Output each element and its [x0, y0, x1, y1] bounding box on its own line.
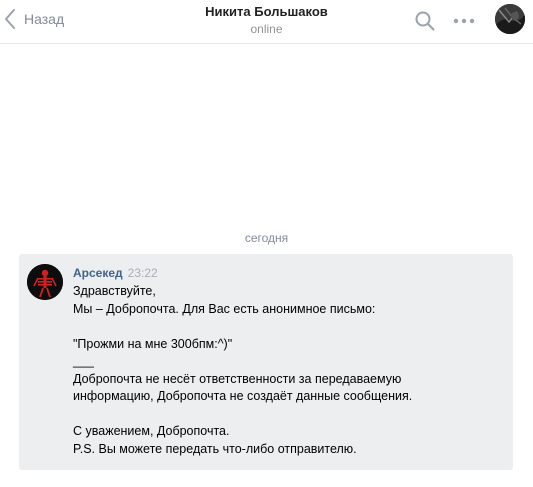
message-time: 23:22 — [127, 266, 158, 280]
more-dots-icon — [453, 18, 475, 24]
message-line: С уважением, Добропочта. — [73, 424, 230, 438]
message-bubble: Арсекед 23:22 Здравствуйте, Мы – Добропоч… — [19, 254, 513, 470]
message-line: Здравствуйте, — [73, 284, 156, 298]
message-author[interactable]: Арсекед — [73, 266, 123, 280]
contact-avatar[interactable] — [495, 4, 525, 34]
message-text: Здравствуйте, Мы – Добропочта. Для Вас е… — [73, 283, 503, 458]
message-header: Арсекед 23:22 — [73, 266, 158, 280]
skeleton-avatar-image — [27, 264, 63, 300]
message-line — [73, 406, 503, 424]
message-line: Мы – Добропочта. Для Вас есть анонимное … — [73, 301, 376, 316]
chat-window: Назад Никита Большаков online сегодня Ар… — [0, 0, 533, 487]
message-line: ___ — [73, 354, 94, 368]
message-line — [73, 318, 503, 336]
more-button[interactable] — [452, 11, 476, 31]
sender-avatar[interactable] — [27, 264, 63, 300]
chat-header: Назад Никита Большаков online — [0, 0, 533, 44]
date-divider: сегодня — [244, 231, 289, 245]
avatar-image — [495, 4, 525, 34]
message-line: Добропочта не несёт ответственности за п… — [73, 371, 402, 386]
message-line: информацию, Добропочта не создаёт данные… — [73, 389, 413, 403]
message-line: P.S. Вы можете передать что-либо отправи… — [73, 441, 357, 456]
message-line: "Прожми на мне 300бпм:^)" — [73, 336, 233, 351]
search-button[interactable] — [414, 10, 436, 32]
search-icon — [415, 11, 435, 31]
